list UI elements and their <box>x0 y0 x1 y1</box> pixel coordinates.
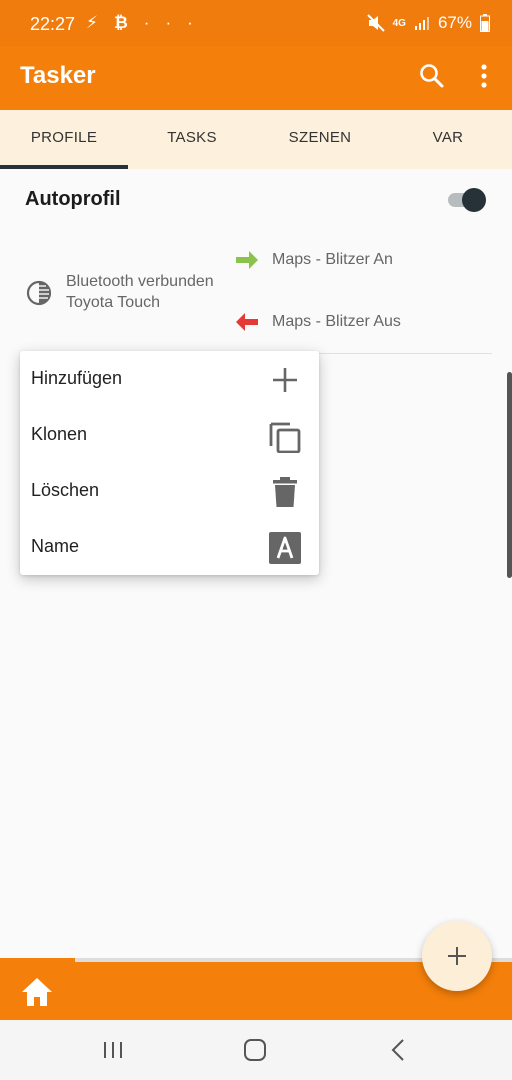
mute-icon <box>366 14 385 32</box>
tab-tasks[interactable]: TASKS <box>128 110 256 169</box>
app-bar: Tasker <box>0 46 512 110</box>
add-fab[interactable] <box>422 921 492 991</box>
context-menu: Hinzufügen Klonen Löschen Name <box>20 351 319 575</box>
profile-name[interactable]: Autoprofil <box>25 188 121 211</box>
exit-task[interactable]: Maps - Blitzer Aus <box>234 308 401 336</box>
tab-szenen[interactable]: SZENEN <box>256 110 384 169</box>
menu-item-clone[interactable]: Klonen <box>20 407 319 463</box>
enter-task-label: Maps - Blitzer An <box>272 251 393 268</box>
tab-var[interactable]: VAR <box>384 110 512 169</box>
home-icon[interactable] <box>20 976 54 1008</box>
menu-item-label: Name <box>31 536 80 556</box>
toggle-thumb <box>462 188 486 212</box>
enter-task[interactable]: Maps - Blitzer An <box>234 246 393 274</box>
menu-item-label: Hinzufügen <box>31 368 123 388</box>
status-left-icons: ⚡₿··· <box>86 13 209 33</box>
more-notifications-icon: ··· <box>143 13 209 32</box>
recents-icon[interactable] <box>98 1036 128 1064</box>
menu-item-label: Klonen <box>31 424 88 444</box>
network-type: 4G <box>392 17 406 29</box>
profile-context[interactable]: Bluetooth verbunden Toyota Touch <box>66 271 214 313</box>
back-icon[interactable] <box>384 1036 414 1064</box>
trash-icon <box>273 477 297 507</box>
menu-item-name[interactable]: Name <box>20 519 319 575</box>
more-vert-icon[interactable] <box>474 62 494 90</box>
status-bar: 22:27 ⚡₿··· 4G 67% <box>0 0 512 46</box>
plus-icon <box>273 368 297 392</box>
context-line-1: Bluetooth verbunden <box>66 273 214 290</box>
context-line-2: Toyota Touch <box>66 294 160 311</box>
menu-item-add[interactable]: Hinzufügen <box>20 351 319 407</box>
home-nav-icon[interactable] <box>240 1036 270 1064</box>
menu-item-label: Löschen <box>31 480 100 500</box>
status-time: 22:27 <box>30 14 76 34</box>
profile-enable-toggle[interactable] <box>448 188 488 212</box>
battery-percentage: 67% <box>437 13 472 32</box>
status-right: 4G 67% <box>366 13 490 33</box>
tab-bar: PROFILE TASKS SZENEN VAR <box>0 110 512 169</box>
system-nav-bar <box>0 1020 512 1080</box>
arrow-right-icon <box>236 251 258 269</box>
contrast-icon <box>26 280 52 306</box>
text-a-icon <box>269 532 301 564</box>
signal-icon <box>414 17 429 30</box>
copy-icon <box>269 422 301 453</box>
battery-icon <box>480 14 490 32</box>
app-title: Tasker <box>20 62 96 89</box>
exit-task-label: Maps - Blitzer Aus <box>272 313 401 330</box>
flash-icon: ⚡ <box>86 13 114 32</box>
scrollbar[interactable] <box>507 372 512 578</box>
plus-icon <box>448 947 466 965</box>
menu-item-delete[interactable]: Löschen <box>20 463 319 519</box>
arrow-left-icon <box>236 313 258 331</box>
tab-profile[interactable]: PROFILE <box>0 110 128 169</box>
bitcoin-icon: ₿ <box>113 13 144 32</box>
search-icon[interactable] <box>418 62 446 90</box>
